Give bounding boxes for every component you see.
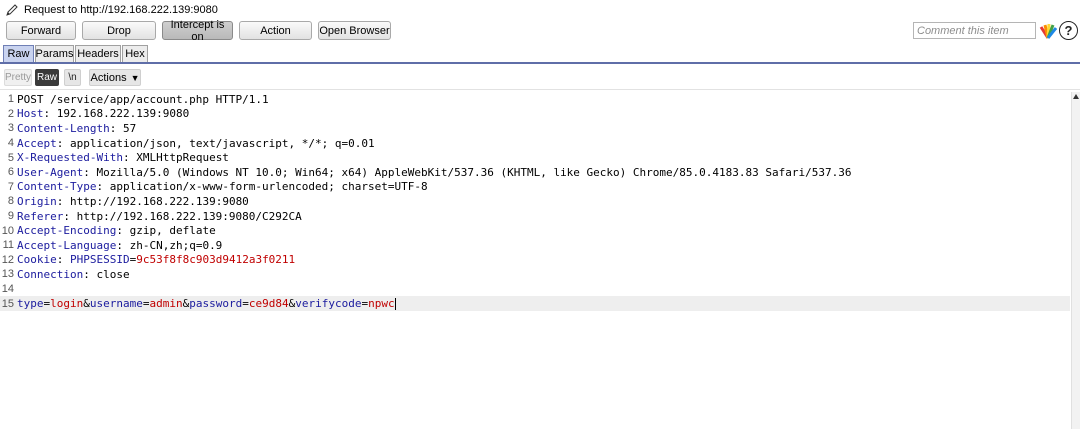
header-value: close <box>96 267 130 281</box>
param-value: ce9d84 <box>248 297 289 311</box>
line-number: 4 <box>7 137 14 150</box>
request-line: 1 POST /service/app/account.php HTTP/1.1 <box>0 92 1070 107</box>
divider <box>0 89 1080 90</box>
header-value: application/json, text/javascript, */*; … <box>70 136 375 150</box>
header-name: User-Agent <box>17 165 84 179</box>
header-line: 6 User-Agent: Mozilla/5.0 (Windows NT 10… <box>0 165 1070 180</box>
param-value: admin <box>149 297 183 311</box>
header-name: Accept-Encoding <box>17 224 117 238</box>
forward-button[interactable]: Forward <box>6 21 76 40</box>
cookie-line: 12 Cookie: PHPSESSID = 9c53f8f8c903d9412a3… <box>1 253 296 267</box>
line-number: 7 <box>7 180 14 193</box>
header-value: 192.168.222.139:9080 <box>56 107 190 121</box>
header-value: XMLHttpRequest <box>136 151 229 165</box>
line-number: 8 <box>7 195 14 208</box>
action-button[interactable]: Action <box>239 21 312 40</box>
header-name: Content-Type <box>17 180 97 194</box>
header-name: X-Requested-With <box>17 151 123 165</box>
header-name: Content-Length <box>17 121 110 135</box>
param-name: username <box>89 297 143 311</box>
window-title: Request to http://192.168.222.139:9080 <box>24 3 218 16</box>
line-number: 6 <box>7 166 14 179</box>
title-bar: Request to http://192.168.222.139:9080 <box>0 0 1080 19</box>
pencil-icon <box>6 3 18 16</box>
raw-toggle[interactable]: Raw <box>35 69 59 86</box>
line-number: 10 <box>1 224 14 237</box>
vertical-scrollbar[interactable] <box>1071 92 1080 429</box>
chevron-down-icon: ▼ <box>130 72 140 83</box>
request-editor[interactable]: 1 POST /service/app/account.php HTTP/1.1… <box>0 92 1070 429</box>
comment-input[interactable] <box>913 22 1036 39</box>
line-number: 14 <box>1 283 14 296</box>
header-line: 7 Content-Type: application/x-www-form-u… <box>0 180 1070 195</box>
header-value: gzip, deflate <box>129 224 216 238</box>
line-number: 12 <box>1 253 14 266</box>
line-number: 2 <box>7 107 14 120</box>
header-value: 57 <box>122 121 137 135</box>
newline-toggle[interactable]: \n <box>64 69 81 86</box>
param-name: password <box>189 297 243 311</box>
param-name: verifycode <box>295 297 362 311</box>
cookie-name: PHPSESSID <box>70 253 130 267</box>
header-line: 4 Accept: application/json, text/javascr… <box>0 136 1070 151</box>
header-value: http://192.168.222.139:9080/C292CA <box>76 209 302 223</box>
request-line-text: POST /service/app/account.php HTTP/1.1 <box>17 92 269 106</box>
header-name: Connection <box>17 267 84 281</box>
header-line: 8 Origin: http://192.168.222.139:9080 <box>0 194 1070 209</box>
message-tabs: Raw Params Headers Hex <box>0 45 1080 64</box>
open-browser-button[interactable]: Open Browser <box>318 21 391 40</box>
actions-label: Actions <box>90 71 127 84</box>
header-line: 9 Referer: http://192.168.222.139:9080/C… <box>0 209 1070 224</box>
line-number: 5 <box>7 151 14 164</box>
header-line: 5 X-Requested-With: XMLHttpRequest <box>0 150 1070 165</box>
scroll-up-arrow-icon[interactable] <box>1073 94 1079 99</box>
header-name: Host <box>17 107 44 121</box>
tab-hex[interactable]: Hex <box>122 45 148 62</box>
body-line: 15 type = login & username = admin & password = ce… <box>0 296 1070 311</box>
param-value: login <box>50 297 84 311</box>
tab-headers[interactable]: Headers <box>75 45 121 62</box>
line-number: 15 <box>1 297 14 310</box>
line-number: 1 <box>7 93 14 106</box>
actions-dropdown[interactable]: Actions ▼ <box>89 69 141 86</box>
header-line: 10 Accept-Encoding: gzip, deflate <box>1 224 216 238</box>
header-name: Referer <box>17 209 64 223</box>
header-value: Mozilla/5.0 (Windows NT 10.0; Win64; x64… <box>96 165 852 179</box>
param-name: type <box>17 297 44 311</box>
param-value: npwc <box>368 297 395 311</box>
intercept-toolbar: Forward Drop Intercept is on Action Open… <box>0 19 1080 43</box>
intercept-toggle-button[interactable]: Intercept is on <box>162 19 233 43</box>
header-value: zh-CN,zh;q=0.9 <box>129 238 223 252</box>
help-icon[interactable]: ? <box>1059 21 1078 40</box>
line-number: 13 <box>1 268 14 281</box>
cookie-value: 9c53f8f8c903d9412a3f0211 <box>136 253 296 267</box>
blank-line: 14 <box>0 282 1070 297</box>
header-name: Accept <box>17 136 57 150</box>
pretty-toggle[interactable]: Pretty <box>4 69 32 86</box>
line-number: 9 <box>7 210 14 223</box>
header-line: 13 Connection: close <box>1 267 130 281</box>
header-line: 3 Content-Length: 57 <box>0 121 1070 136</box>
drop-button[interactable]: Drop <box>82 21 156 40</box>
header-name: Cookie <box>17 253 57 267</box>
header-value: application/x-www-form-urlencoded; chars… <box>109 180 428 194</box>
header-line: 11 Accept-Language: zh-CN,zh;q=0.9 <box>0 238 1070 253</box>
header-value: http://192.168.222.139:9080 <box>70 194 249 208</box>
header-line: 2 Host: 192.168.222.139:9080 <box>0 107 1070 122</box>
header-name: Origin <box>17 194 57 208</box>
tab-params[interactable]: Params <box>35 45 74 62</box>
highlight-color-icon[interactable] <box>1039 22 1057 40</box>
header-name: Accept-Language <box>17 238 117 252</box>
line-number: 3 <box>7 122 14 135</box>
text-caret <box>394 297 396 310</box>
tab-raw[interactable]: Raw <box>3 45 34 62</box>
view-mode-bar: Pretty Raw \n Actions ▼ <box>0 67 1080 88</box>
line-number: 11 <box>2 239 14 252</box>
